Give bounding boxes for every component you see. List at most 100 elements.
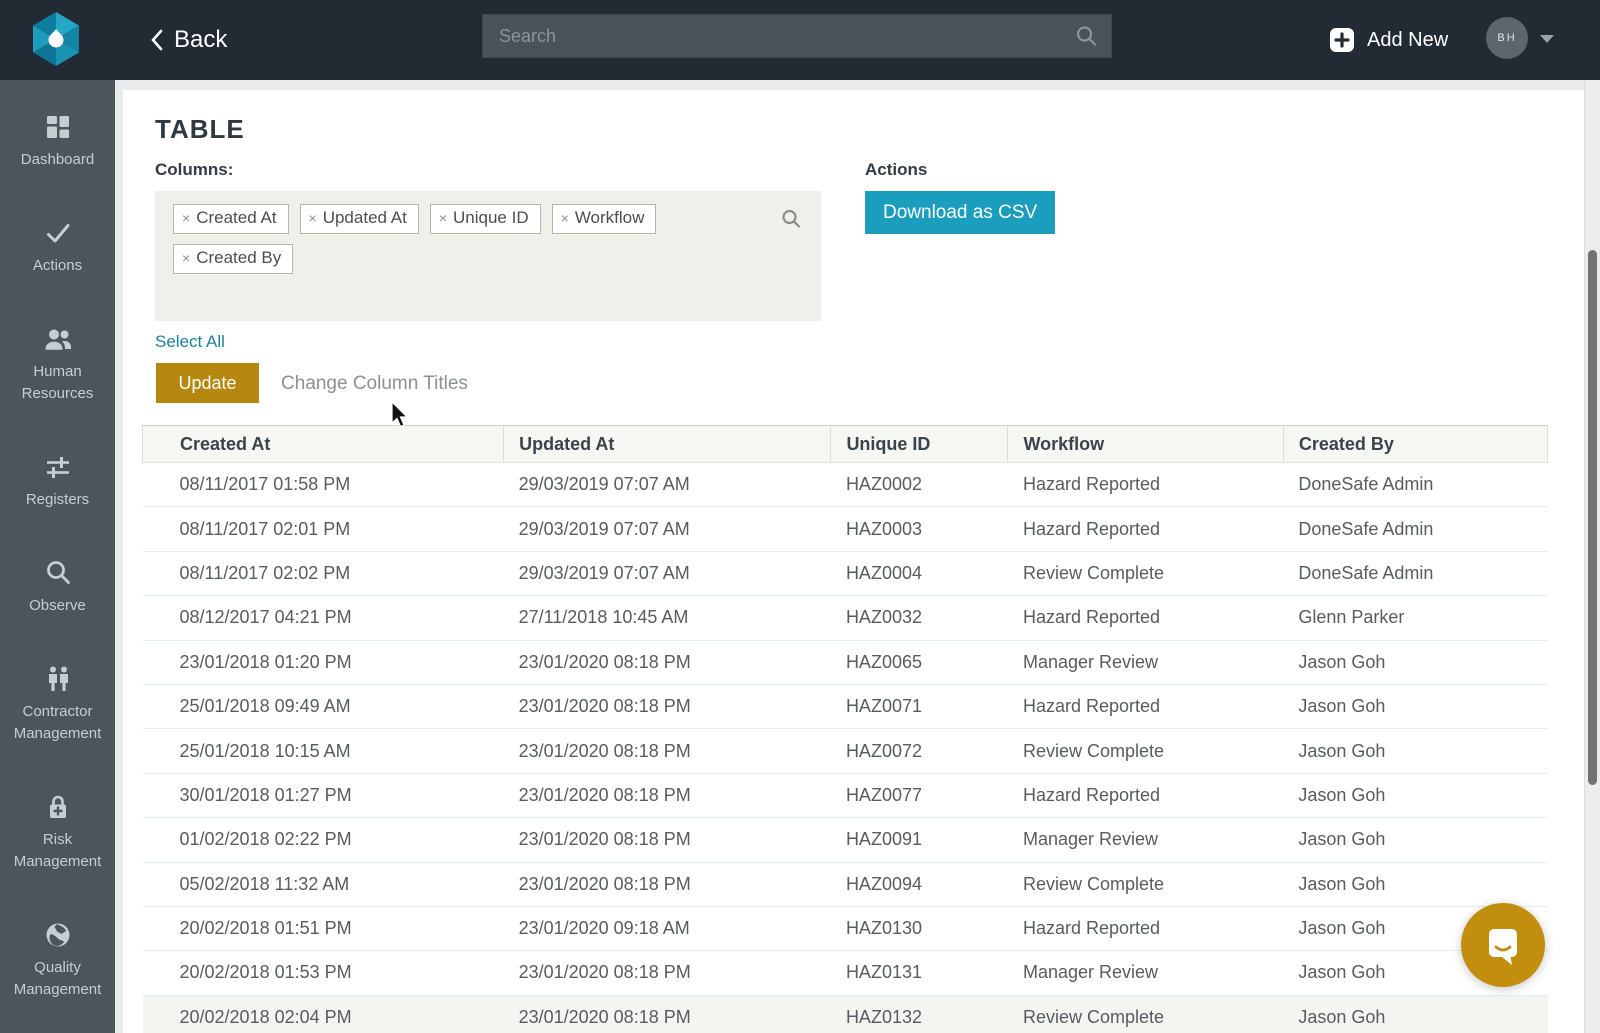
cell-created-at: 20/02/2018 01:53 PM <box>143 951 504 995</box>
cell-updated-at: 23/01/2020 08:18 PM <box>504 684 831 728</box>
cell-workflow: Manager Review <box>1008 818 1283 862</box>
two-persons-icon <box>44 664 72 694</box>
cell-unique-id: HAZ0077 <box>831 773 1008 817</box>
cell-updated-at: 23/01/2020 08:18 PM <box>504 773 831 817</box>
cell-workflow: Review Complete <box>1008 551 1283 595</box>
top-navbar: Back Add New BH <box>0 0 1600 80</box>
chip-label: Created By <box>196 248 281 268</box>
user-menu-caret-icon[interactable] <box>1540 35 1554 43</box>
table-row[interactable]: 01/02/2018 02:22 PM23/01/2020 08:18 PMHA… <box>143 818 1548 862</box>
sidebar-item-label: Quality Management <box>0 957 115 1001</box>
table-row[interactable]: 20/02/2018 01:51 PM23/01/2020 09:18 AMHA… <box>143 906 1548 950</box>
table-row[interactable]: 25/01/2018 10:15 AM23/01/2020 08:18 PMHA… <box>143 729 1548 773</box>
column-chip-created-at[interactable]: × Created At <box>173 204 289 234</box>
cell-created-by: DoneSafe Admin <box>1283 507 1547 551</box>
table-row[interactable]: 30/01/2018 01:27 PM23/01/2020 08:18 PMHA… <box>143 773 1548 817</box>
table-row[interactable]: 25/01/2018 09:49 AM23/01/2020 08:18 PMHA… <box>143 684 1548 728</box>
remove-chip-icon[interactable]: × <box>182 251 190 265</box>
select-all-link[interactable]: Select All <box>155 332 225 352</box>
table-row[interactable]: 08/11/2017 01:58 PM29/03/2019 07:07 AMHA… <box>143 463 1548 507</box>
cell-updated-at: 27/11/2018 10:45 AM <box>504 596 831 640</box>
cell-created-at: 23/01/2018 01:20 PM <box>143 640 504 684</box>
column-chip-workflow[interactable]: × Workflow <box>552 204 657 234</box>
avatar-initials: BH <box>1497 32 1516 44</box>
records-table: Created AtUpdated AtUnique IDWorkflowCre… <box>142 425 1548 1033</box>
table-body: 08/11/2017 01:58 PM29/03/2019 07:07 AMHA… <box>143 463 1548 1033</box>
user-avatar[interactable]: BH <box>1486 17 1528 59</box>
table-row[interactable]: 08/12/2017 04:21 PM27/11/2018 10:45 AMHA… <box>143 596 1548 640</box>
cell-updated-at: 23/01/2020 08:18 PM <box>504 818 831 862</box>
cell-created-by: Jason Goh <box>1283 995 1547 1033</box>
cell-workflow: Review Complete <box>1008 995 1283 1033</box>
add-new-label: Add New <box>1367 29 1448 52</box>
column-chip-updated-at[interactable]: ×Updated At <box>300 204 419 234</box>
cell-updated-at: 23/01/2020 08:18 PM <box>504 995 831 1033</box>
table-row[interactable]: 20/02/2018 01:53 PM23/01/2020 08:18 PMHA… <box>143 951 1548 995</box>
search-icon <box>44 558 72 588</box>
cell-created-by: Jason Goh <box>1283 862 1547 906</box>
chip-label: Unique ID <box>453 208 529 228</box>
cell-created-at: 25/01/2018 10:15 AM <box>143 729 504 773</box>
chip-label: Workflow <box>575 208 645 228</box>
chevron-left-icon <box>150 29 163 51</box>
columns-multiselect[interactable]: ×Created At×Updated At×Unique ID×Workflo… <box>155 191 821 321</box>
vertical-scrollbar-track[interactable] <box>1584 80 1600 1033</box>
sidebar-item-human-resources[interactable]: Human Resources <box>0 324 115 405</box>
column-header-created-by: Created By <box>1283 426 1547 463</box>
remove-chip-icon[interactable]: × <box>182 211 190 225</box>
plus-icon <box>1330 28 1354 52</box>
update-button[interactable]: Update <box>156 363 259 403</box>
column-header-workflow: Workflow <box>1008 426 1283 463</box>
dashboard-grid-icon <box>44 112 72 142</box>
search-input[interactable] <box>483 15 1075 57</box>
add-new-button[interactable]: Add New <box>1330 0 1448 80</box>
column-header-updated-at: Updated At <box>504 426 831 463</box>
cell-unique-id: HAZ0094 <box>831 862 1008 906</box>
sidebar-item-observe[interactable]: Observe <box>0 558 115 617</box>
main-area: TABLE Columns: ×Created At×Updated At×Un… <box>115 80 1600 1033</box>
sidebar-item-quality-management[interactable]: Quality Management <box>0 920 115 1001</box>
cell-created-by: DoneSafe Admin <box>1283 551 1547 595</box>
cell-updated-at: 23/01/2020 08:18 PM <box>504 862 831 906</box>
chip-label: Created At <box>196 208 276 228</box>
cell-created-at: 01/02/2018 02:22 PM <box>143 818 504 862</box>
sidebar-item-label: Contractor Management <box>0 701 115 745</box>
search-icon[interactable] <box>1075 25 1097 47</box>
cell-created-at: 08/12/2017 04:21 PM <box>143 596 504 640</box>
download-csv-button[interactable]: Download as CSV <box>865 191 1055 234</box>
sidebar-item-contractor-management[interactable]: Contractor Management <box>0 664 115 745</box>
cell-unique-id: HAZ0132 <box>831 995 1008 1033</box>
remove-chip-icon[interactable]: × <box>439 211 447 225</box>
cell-updated-at: 23/01/2020 08:18 PM <box>504 729 831 773</box>
sidebar-item-risk-management[interactable]: Risk Management <box>0 792 115 873</box>
app-logo-icon[interactable] <box>30 10 82 68</box>
sidebar-item-actions[interactable]: Actions <box>0 218 115 277</box>
table-row[interactable]: 08/11/2017 02:01 PM29/03/2019 07:07 AMHA… <box>143 507 1548 551</box>
vertical-scrollbar-thumb[interactable] <box>1588 250 1597 785</box>
sidebar-item-registers[interactable]: Registers <box>0 452 115 511</box>
remove-chip-icon[interactable]: × <box>309 211 317 225</box>
cell-created-at: 08/11/2017 01:58 PM <box>143 463 504 507</box>
sidebar-item-label: Observe <box>29 595 86 617</box>
column-chip-unique-id[interactable]: × Unique ID <box>430 204 541 234</box>
cell-workflow: Manager Review <box>1008 640 1283 684</box>
back-button[interactable]: Back <box>150 0 227 80</box>
table-row[interactable]: 20/02/2018 02:04 PM23/01/2020 08:18 PMHA… <box>143 995 1548 1033</box>
page-title: TABLE <box>155 114 245 145</box>
cell-workflow: Hazard Reported <box>1008 596 1283 640</box>
people-icon <box>43 324 73 354</box>
table-row[interactable]: 05/02/2018 11:32 AM23/01/2020 08:18 PMHA… <box>143 862 1548 906</box>
remove-chip-icon[interactable]: × <box>561 211 569 225</box>
cell-created-at: 20/02/2018 02:04 PM <box>143 995 504 1033</box>
selected-column-chips: ×Created At×Updated At×Unique ID×Workflo… <box>173 204 775 274</box>
sidebar-item-dashboard[interactable]: Dashboard <box>0 112 115 171</box>
chat-widget-button[interactable] <box>1461 903 1545 987</box>
cell-workflow: Review Complete <box>1008 862 1283 906</box>
globe-icon <box>44 920 72 950</box>
table-row[interactable]: 23/01/2018 01:20 PM23/01/2020 08:18 PMHA… <box>143 640 1548 684</box>
cell-unique-id: HAZ0003 <box>831 507 1008 551</box>
table-row[interactable]: 08/11/2017 02:02 PM29/03/2019 07:07 AMHA… <box>143 551 1548 595</box>
column-chip-created-by[interactable]: × Created By <box>173 244 293 274</box>
change-column-titles-link[interactable]: Change Column Titles <box>281 373 468 395</box>
cell-created-at: 30/01/2018 01:27 PM <box>143 773 504 817</box>
